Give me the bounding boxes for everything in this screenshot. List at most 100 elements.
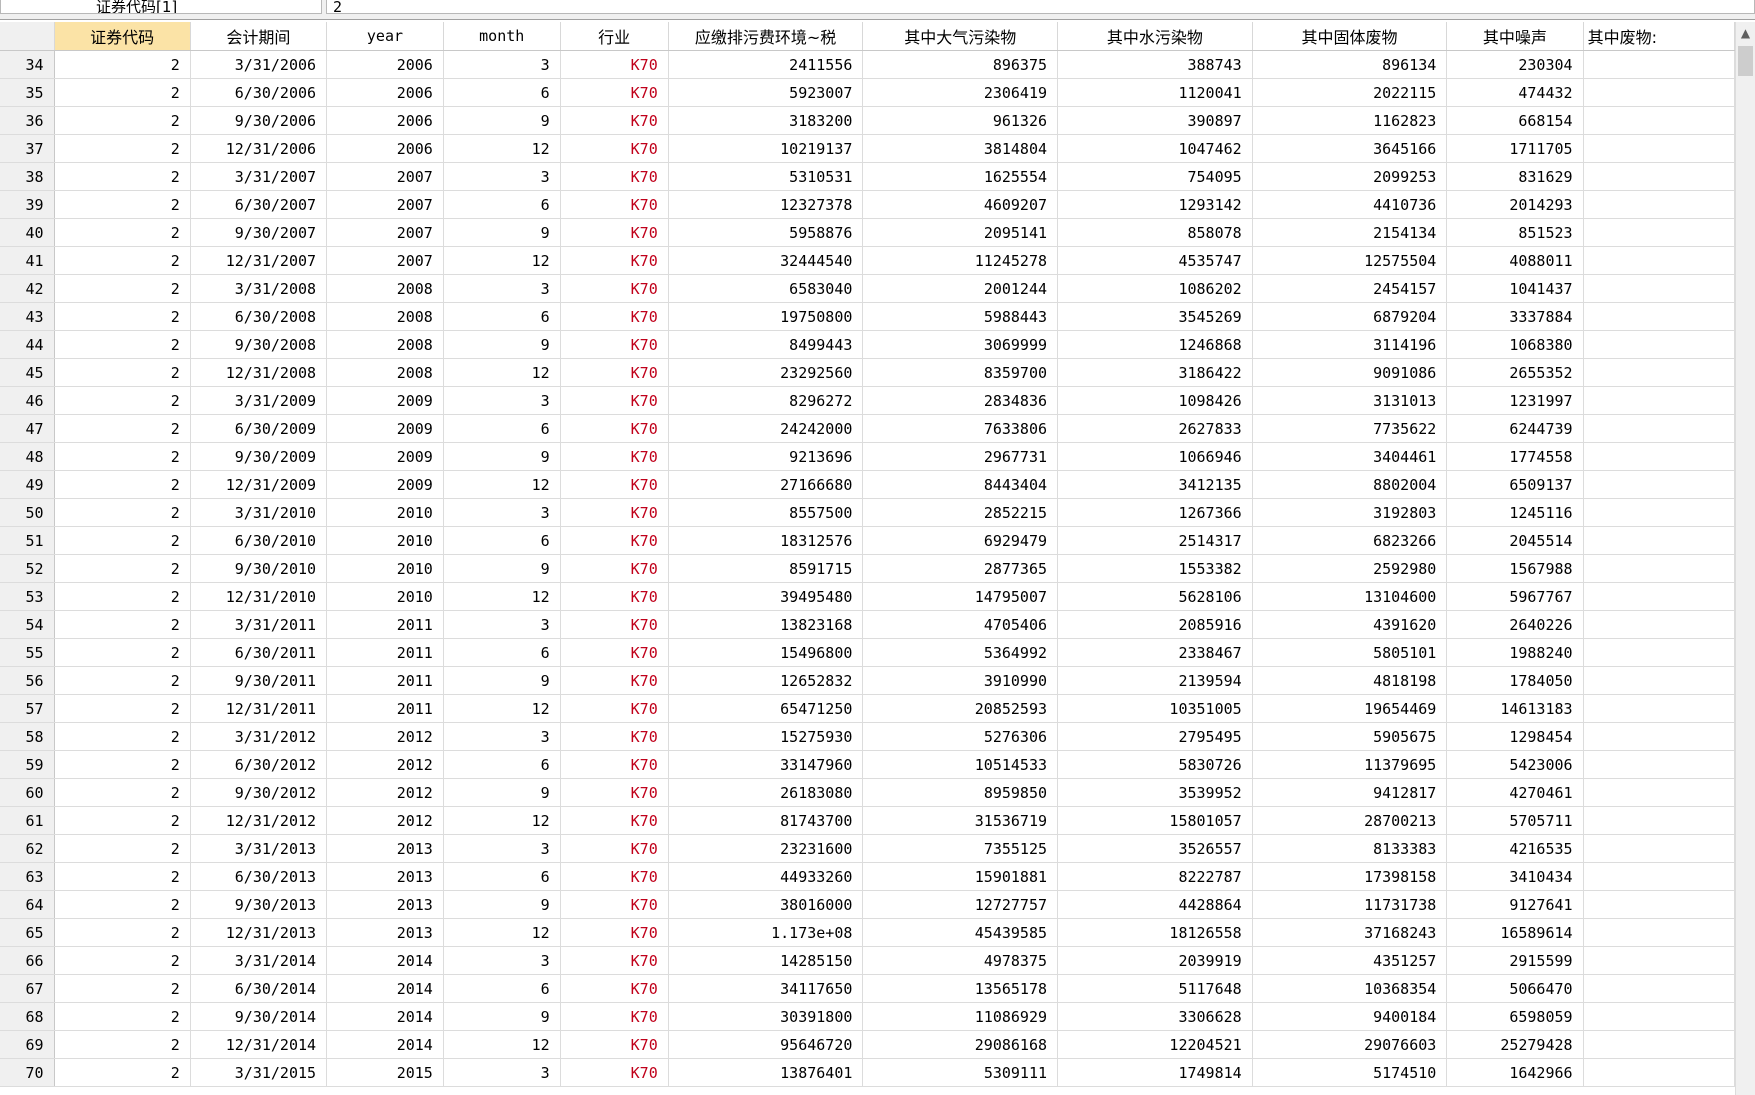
cell-pollution-fee[interactable]: 19750800 (668, 302, 864, 331)
cell-industry[interactable]: K70 (560, 218, 669, 247)
cell-accounting-period[interactable]: 9/30/2007 (190, 218, 328, 247)
cell-solid-waste[interactable]: 11731738 (1252, 890, 1448, 919)
cell-water-pollutants[interactable]: 2627833 (1057, 414, 1253, 443)
cell-industry[interactable]: K70 (560, 946, 669, 975)
cell-air-pollutants[interactable]: 4978375 (862, 946, 1059, 975)
vertical-scrollbar[interactable]: ▲ (1735, 22, 1755, 1095)
cell-air-pollutants[interactable]: 15901881 (862, 862, 1059, 891)
column-header-noise[interactable]: 其中噪声 (1446, 22, 1584, 51)
cell-waste[interactable] (1583, 162, 1736, 191)
cell-pollution-fee[interactable]: 15496800 (668, 638, 864, 667)
cell-noise[interactable]: 14613183 (1446, 694, 1584, 723)
cell-industry[interactable]: K70 (560, 414, 669, 443)
cell-water-pollutants[interactable]: 12204521 (1057, 1030, 1253, 1059)
cell-water-pollutants[interactable]: 5830726 (1057, 750, 1253, 779)
cell-securities-code[interactable]: 2 (54, 470, 191, 499)
cell-value-field[interactable]: 2 (326, 0, 1755, 14)
scrollbar-thumb[interactable] (1738, 46, 1753, 76)
cell-year[interactable]: 2008 (326, 358, 444, 387)
cell-air-pollutants[interactable]: 5364992 (862, 638, 1059, 667)
cell-pollution-fee[interactable]: 23292560 (668, 358, 864, 387)
cell-month[interactable]: 9 (443, 778, 561, 807)
cell-water-pollutants[interactable]: 1066946 (1057, 442, 1253, 471)
cell-year[interactable]: 2009 (326, 386, 444, 415)
cell-noise[interactable]: 831629 (1446, 162, 1584, 191)
cell-noise[interactable]: 1642966 (1446, 1058, 1584, 1087)
cell-month[interactable]: 12 (443, 134, 561, 163)
cell-pollution-fee[interactable]: 5958876 (668, 218, 864, 247)
cell-noise[interactable]: 474432 (1446, 78, 1584, 107)
column-header-industry[interactable]: 行业 (560, 22, 669, 51)
cell-air-pollutants[interactable]: 11086929 (862, 1002, 1059, 1031)
cell-accounting-period[interactable]: 9/30/2014 (190, 1002, 328, 1031)
cell-solid-waste[interactable]: 7735622 (1252, 414, 1448, 443)
cell-air-pollutants[interactable]: 12727757 (862, 890, 1059, 919)
row-number[interactable]: 44 (0, 330, 55, 359)
cell-accounting-period[interactable]: 3/31/2006 (190, 50, 328, 79)
cell-year[interactable]: 2010 (326, 526, 444, 555)
row-number[interactable]: 65 (0, 918, 55, 947)
cell-solid-waste[interactable]: 4410736 (1252, 190, 1448, 219)
cell-year[interactable]: 2012 (326, 722, 444, 751)
cell-industry[interactable]: K70 (560, 722, 669, 751)
cell-pollution-fee[interactable]: 8557500 (668, 498, 864, 527)
cell-air-pollutants[interactable]: 2306419 (862, 78, 1059, 107)
column-header-waste[interactable]: 其中废物: (1583, 22, 1736, 51)
cell-industry[interactable]: K70 (560, 778, 669, 807)
cell-securities-code[interactable]: 2 (54, 162, 191, 191)
row-number[interactable]: 50 (0, 498, 55, 527)
cell-industry[interactable]: K70 (560, 694, 669, 723)
cell-water-pollutants[interactable]: 10351005 (1057, 694, 1253, 723)
cell-waste[interactable] (1583, 1058, 1736, 1087)
cell-month[interactable]: 3 (443, 162, 561, 191)
cell-accounting-period[interactable]: 6/30/2007 (190, 190, 328, 219)
cell-accounting-period[interactable]: 6/30/2013 (190, 862, 328, 891)
cell-air-pollutants[interactable]: 45439585 (862, 918, 1059, 947)
cell-solid-waste[interactable]: 4351257 (1252, 946, 1448, 975)
cell-pollution-fee[interactable]: 8499443 (668, 330, 864, 359)
cell-accounting-period[interactable]: 6/30/2011 (190, 638, 328, 667)
row-number[interactable]: 38 (0, 162, 55, 191)
cell-solid-waste[interactable]: 13104600 (1252, 582, 1448, 611)
cell-air-pollutants[interactable]: 4609207 (862, 190, 1059, 219)
cell-water-pollutants[interactable]: 2338467 (1057, 638, 1253, 667)
cell-pollution-fee[interactable]: 14285150 (668, 946, 864, 975)
cell-pollution-fee[interactable]: 34117650 (668, 974, 864, 1003)
cell-pollution-fee[interactable]: 95646720 (668, 1030, 864, 1059)
row-number[interactable]: 63 (0, 862, 55, 891)
cell-water-pollutants[interactable]: 1267366 (1057, 498, 1253, 527)
cell-month[interactable]: 6 (443, 302, 561, 331)
cell-air-pollutants[interactable]: 1625554 (862, 162, 1059, 191)
cell-industry[interactable]: K70 (560, 554, 669, 583)
cell-water-pollutants[interactable]: 18126558 (1057, 918, 1253, 947)
cell-noise[interactable]: 4270461 (1446, 778, 1584, 807)
cell-waste[interactable] (1583, 274, 1736, 303)
cell-accounting-period[interactable]: 12/31/2007 (190, 246, 328, 275)
cell-accounting-period[interactable]: 9/30/2013 (190, 890, 328, 919)
cell-water-pollutants[interactable]: 1553382 (1057, 554, 1253, 583)
cell-water-pollutants[interactable]: 5628106 (1057, 582, 1253, 611)
cell-air-pollutants[interactable]: 5276306 (862, 722, 1059, 751)
cell-industry[interactable]: K70 (560, 862, 669, 891)
cell-waste[interactable] (1583, 1030, 1736, 1059)
cell-industry[interactable]: K70 (560, 610, 669, 639)
cell-solid-waste[interactable]: 3114196 (1252, 330, 1448, 359)
cell-securities-code[interactable]: 2 (54, 666, 191, 695)
cell-month[interactable]: 3 (443, 946, 561, 975)
cell-noise[interactable]: 1041437 (1446, 274, 1584, 303)
cell-waste[interactable] (1583, 638, 1736, 667)
cell-month[interactable]: 3 (443, 498, 561, 527)
cell-noise[interactable]: 4088011 (1446, 246, 1584, 275)
cell-solid-waste[interactable]: 28700213 (1252, 806, 1448, 835)
cell-air-pollutants[interactable]: 29086168 (862, 1030, 1059, 1059)
cell-solid-waste[interactable]: 9412817 (1252, 778, 1448, 807)
cell-water-pollutants[interactable]: 1047462 (1057, 134, 1253, 163)
cell-securities-code[interactable]: 2 (54, 554, 191, 583)
cell-noise[interactable]: 6598059 (1446, 1002, 1584, 1031)
cell-year[interactable]: 2009 (326, 470, 444, 499)
cell-industry[interactable]: K70 (560, 162, 669, 191)
cell-noise[interactable]: 3337884 (1446, 302, 1584, 331)
cell-water-pollutants[interactable]: 2795495 (1057, 722, 1253, 751)
cell-accounting-period[interactable]: 9/30/2012 (190, 778, 328, 807)
cell-water-pollutants[interactable]: 2514317 (1057, 526, 1253, 555)
